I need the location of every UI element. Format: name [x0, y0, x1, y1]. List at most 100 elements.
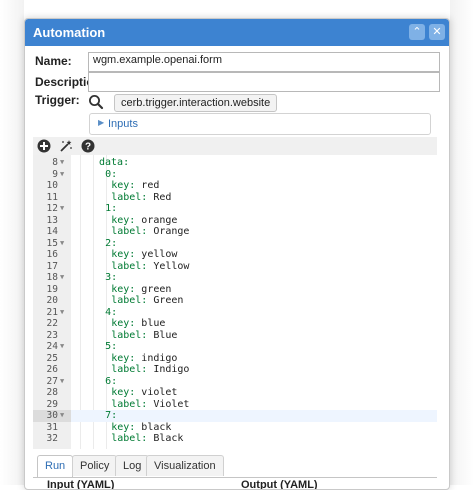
line-number: 9 — [52, 168, 58, 180]
collapse-icon[interactable]: ⌃ — [409, 24, 425, 40]
yaml-key: key: — [111, 352, 136, 364]
dialog-title: Automation — [33, 25, 106, 40]
code-text: key: green — [111, 284, 171, 296]
code-line[interactable]: 10 key: red — [33, 180, 437, 192]
add-icon[interactable] — [37, 139, 51, 153]
code-line[interactable]: 16 key: yellow — [33, 249, 437, 261]
yaml-key: 1: — [105, 203, 118, 214]
fold-arrow-icon[interactable]: ▼ — [60, 272, 64, 284]
yaml-key: label: — [111, 329, 148, 341]
fold-arrow-icon[interactable]: ▼ — [60, 307, 64, 319]
inputs-toggle[interactable]: ▶ Inputs — [89, 113, 431, 135]
tab-run[interactable]: Run — [37, 455, 74, 477]
yaml-key: 4: — [105, 306, 118, 318]
fold-arrow-icon[interactable]: ▼ — [60, 376, 64, 388]
code-text: 1: — [105, 203, 117, 215]
name-field[interactable]: wgm.example.openai.form — [88, 52, 440, 72]
code-text: key: orange — [111, 215, 177, 227]
close-icon[interactable]: ✕ — [429, 24, 445, 40]
code-line[interactable]: 23 label: Blue — [33, 330, 437, 342]
code-line[interactable]: 17 label: Yellow — [33, 261, 437, 273]
editor-toolbar: ? — [33, 137, 437, 155]
fold-arrow-icon[interactable]: ▼ — [60, 410, 64, 422]
code-text: 3: — [105, 272, 117, 284]
line-number: 27 — [46, 375, 58, 387]
code-text: data: — [99, 157, 129, 169]
description-field[interactable] — [88, 72, 440, 92]
yaml-value: Red — [147, 191, 172, 203]
yaml-key: label: — [111, 191, 148, 203]
code-line[interactable]: 26 label: Indigo — [33, 364, 437, 376]
code-text: label: Orange — [111, 226, 189, 238]
line-number: 25 — [46, 352, 58, 364]
code-line[interactable]: 32 label: Black — [33, 433, 437, 445]
yaml-key: key: — [111, 387, 136, 398]
fold-arrow-icon[interactable]: ▼ — [60, 341, 64, 353]
line-number: 8 — [52, 157, 58, 168]
code-line[interactable]: 9 ▼ 0: — [33, 169, 437, 181]
fold-arrow-icon[interactable]: ▼ — [60, 203, 64, 215]
dialog-titlebar[interactable]: Automation ⌃ ✕ — [25, 19, 449, 46]
line-number: 10 — [46, 180, 58, 191]
code-text: 5: — [105, 341, 117, 353]
yaml-key: key: — [111, 214, 136, 226]
line-number: 14 — [46, 226, 58, 237]
search-icon[interactable] — [87, 93, 105, 111]
code-text: key: yellow — [111, 249, 177, 261]
line-number: 32 — [46, 433, 58, 444]
code-line[interactable]: 30 ▼ 7: — [33, 410, 437, 422]
line-number: 31 — [46, 421, 58, 433]
yaml-value: Indigo — [147, 364, 190, 375]
code-line[interactable]: 20 label: Green — [33, 295, 437, 307]
line-number: 24 — [46, 341, 58, 352]
code-line[interactable]: 19 key: green — [33, 284, 437, 296]
fold-arrow-icon[interactable]: ▼ — [60, 169, 64, 181]
magic-wand-icon[interactable] — [59, 139, 73, 153]
yaml-editor[interactable]: 8 ▼ data: 9 ▼ 0: 10 key: red 11 label: Red 12 ▼ 1: 13… — [33, 155, 437, 449]
line-number: 11 — [46, 191, 58, 203]
tab-policy[interactable]: Policy — [72, 455, 118, 476]
code-text: key: indigo — [111, 353, 177, 365]
backdrop-right — [450, 0, 474, 485]
code-line[interactable]: 21 ▼ 4: — [33, 307, 437, 319]
code-line[interactable]: 11 label: Red — [33, 192, 437, 204]
yaml-key: label: — [111, 364, 148, 375]
tab-visualization[interactable]: Visualization — [146, 455, 224, 476]
yaml-value: red — [135, 180, 160, 191]
backdrop-left — [0, 0, 24, 485]
code-line[interactable]: 18 ▼ 3: — [33, 272, 437, 284]
code-text: key: blue — [111, 318, 165, 330]
code-line[interactable]: 31 key: black — [33, 422, 437, 434]
yaml-key: key: — [111, 421, 136, 433]
yaml-value: violet — [135, 387, 178, 398]
line-number: 22 — [46, 318, 58, 329]
yaml-key: 6: — [105, 375, 118, 387]
tab-log[interactable]: Log — [115, 455, 150, 476]
code-line[interactable]: 14 label: Orange — [33, 226, 437, 238]
tab-bar: Run Policy Log Visualization — [33, 455, 437, 478]
code-line[interactable]: 29 label: Violet — [33, 399, 437, 411]
code-line[interactable]: 15 ▼ 2: — [33, 238, 437, 250]
code-line[interactable]: 28 key: violet — [33, 387, 437, 399]
code-text: label: Red — [111, 192, 171, 204]
code-text: key: violet — [111, 387, 177, 399]
code-line[interactable]: 22 key: blue — [33, 318, 437, 330]
yaml-key: key: — [111, 249, 136, 260]
fold-arrow-icon[interactable]: ▼ — [60, 238, 64, 250]
code-text: key: black — [111, 422, 171, 434]
yaml-key: label: — [111, 295, 148, 306]
code-line[interactable]: 25 key: indigo — [33, 353, 437, 365]
help-icon[interactable]: ? — [81, 139, 95, 153]
line-number: 21 — [46, 306, 58, 318]
yaml-value: Yellow — [147, 260, 190, 272]
code-line[interactable]: 12 ▼ 1: — [33, 203, 437, 215]
yaml-key: 5: — [105, 341, 118, 352]
code-line[interactable]: 27 ▼ 6: — [33, 376, 437, 388]
code-line[interactable]: 13 key: orange — [33, 215, 437, 227]
code-line[interactable]: 8 ▼ data: — [33, 157, 437, 169]
code-line[interactable]: 24 ▼ 5: — [33, 341, 437, 353]
yaml-value: Green — [147, 295, 184, 306]
trigger-chip[interactable]: cerb.trigger.interaction.website — [114, 94, 278, 112]
fold-arrow-icon[interactable]: ▼ — [60, 157, 64, 169]
line-number: 23 — [46, 329, 58, 341]
